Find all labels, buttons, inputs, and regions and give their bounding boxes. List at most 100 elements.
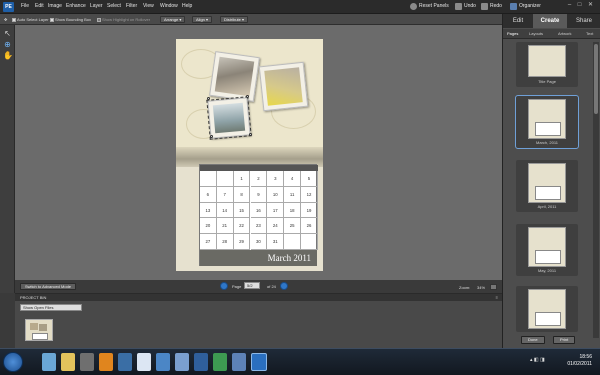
calendar-day-cell: 2 (250, 171, 268, 187)
firefox-icon[interactable] (99, 353, 113, 371)
done-button[interactable]: Done (521, 336, 545, 344)
zoom-tool-icon[interactable]: ⊕ (3, 40, 12, 49)
next-page-icon[interactable] (280, 282, 288, 290)
tab-edit[interactable]: Edit (503, 14, 533, 28)
app-icon[interactable] (156, 353, 170, 371)
resize-handle[interactable] (207, 97, 210, 100)
pages-scrollbar[interactable] (593, 42, 599, 338)
resize-handle[interactable] (249, 133, 252, 136)
calendar-day-cell: 28 (216, 234, 234, 250)
subtab-text[interactable]: Text (586, 31, 593, 36)
redo-icon[interactable] (481, 3, 488, 10)
minimize-icon[interactable]: – (566, 2, 573, 9)
photo-frame-2[interactable] (258, 61, 309, 112)
menu-view[interactable]: View (143, 3, 154, 9)
print-button[interactable]: Print (553, 336, 576, 344)
arrange-dropdown[interactable]: Arrange ▾ (160, 16, 186, 23)
menu-filter[interactable]: Filter (126, 3, 137, 9)
bounding-box-checkbox[interactable] (50, 17, 54, 22)
menu-help[interactable]: Help (182, 3, 192, 9)
explorer-icon[interactable] (61, 353, 75, 371)
calendar-day-cell: 9 (250, 186, 268, 203)
subtab-artwork[interactable]: Artwork (558, 31, 572, 36)
ie-icon[interactable] (42, 353, 56, 371)
align-dropdown[interactable]: Align ▾ (192, 16, 213, 23)
organizer-icon[interactable] (510, 3, 517, 10)
previous-page-icon[interactable] (220, 282, 228, 290)
calendar-day-cell: 20 (200, 218, 217, 235)
zoom-value[interactable]: 34% (477, 285, 485, 290)
page-thumbnail-march[interactable]: March, 2011 (515, 95, 579, 149)
app-icon[interactable] (213, 353, 227, 371)
subtab-layouts[interactable]: Layouts (529, 31, 543, 36)
menu-edit[interactable]: Edit (35, 3, 44, 9)
menu-window[interactable]: Window (160, 3, 178, 9)
app-icon[interactable] (232, 353, 246, 371)
project-bin-header[interactable]: PROJECT BIN (15, 294, 502, 301)
photo-frame-3-selected[interactable] (206, 96, 252, 140)
thumbnail-calendar (32, 333, 48, 340)
menu-select[interactable]: Select (107, 3, 121, 9)
menu-enhance[interactable]: Enhance (66, 3, 86, 9)
page-thumbnail-may[interactable]: May, 2011 (516, 224, 578, 276)
maximize-icon[interactable]: □ (576, 2, 583, 9)
show-highlight-option[interactable]: Show Highlight on Rollover (97, 17, 150, 22)
create-subtabs: Pages Layouts Artwork Text (503, 29, 600, 39)
reset-panels-icon[interactable] (410, 3, 417, 10)
calendar-page[interactable]: 1 2 3 4 5 6 7 8 9 10 11 12 13 14 15 16 17 18 19 20 21 22 23 24 2… (176, 39, 323, 271)
photo-frame-1[interactable] (209, 51, 260, 102)
undo-button[interactable]: Undo (464, 3, 476, 9)
move-tool-icon[interactable]: ↖ (3, 29, 12, 38)
photoshop-elements-icon[interactable] (251, 353, 267, 371)
hand-tool-icon[interactable]: ✋ (3, 51, 13, 60)
photo-image (212, 102, 246, 134)
organizer-button[interactable]: Organizer (519, 3, 541, 9)
show-bounding-box-option[interactable]: Show Bounding Box (50, 17, 91, 22)
project-bin-thumbnail[interactable] (25, 319, 53, 341)
calendar-day-cell: 3 (267, 171, 285, 187)
resize-handle[interactable] (210, 135, 213, 138)
undo-icon[interactable] (455, 3, 462, 10)
highlight-label: Show Highlight on Rollover (102, 17, 151, 22)
app-icon[interactable] (118, 353, 132, 371)
menu-bar: PE File Edit Image Enhance Layer Select … (0, 0, 600, 14)
app-icon[interactable] (175, 353, 189, 371)
page-thumbnail-june[interactable] (516, 286, 578, 332)
page-thumbnail-title[interactable]: Title Page (516, 42, 578, 87)
app-icon[interactable] (194, 353, 208, 371)
menu-layer[interactable]: Layer (90, 3, 103, 9)
thumbnail-photo (39, 324, 47, 331)
menu-file[interactable]: File (21, 3, 29, 9)
thumbnail-label: March, 2011 (536, 140, 558, 145)
calendar-day-cell: 4 (284, 171, 301, 187)
media-icon[interactable] (80, 353, 94, 371)
scrollbar-thumb[interactable] (594, 44, 598, 114)
auto-select-label: Auto Select Layer (17, 17, 49, 22)
tab-share[interactable]: Share (567, 14, 600, 28)
resize-handle[interactable] (246, 95, 249, 98)
highlight-checkbox[interactable] (97, 17, 101, 22)
tray-icons[interactable]: ▴ ◧ ◨ (530, 357, 560, 367)
page-number-field[interactable]: 5/2 (244, 282, 260, 289)
switch-advanced-mode-button[interactable]: Switch to Advanced Mode (20, 283, 77, 290)
project-bin-menu-icon[interactable]: ≡ (496, 295, 498, 300)
distribute-dropdown[interactable]: Distribute ▾ (220, 16, 249, 23)
auto-select-checkbox[interactable] (12, 17, 16, 22)
reset-panels-button[interactable]: Reset Panels (419, 3, 449, 9)
app-icon[interactable] (137, 353, 151, 371)
auto-select-layer-option[interactable]: Auto Select Layer (12, 17, 49, 22)
calendar-grid-frame[interactable]: 1 2 3 4 5 6 7 8 9 10 11 12 13 14 15 16 17 18 19 20 21 22 23 24 2… (199, 164, 318, 266)
clock[interactable]: 18:56 01/02/2011 (567, 354, 592, 368)
project-bin-select[interactable]: Show Open Files (20, 304, 82, 311)
redo-button[interactable]: Redo (490, 3, 502, 9)
tab-create[interactable]: Create (533, 14, 567, 28)
close-icon[interactable]: ✕ (587, 2, 594, 9)
zoom-slider-icon[interactable] (490, 284, 497, 290)
subtab-pages[interactable]: Pages (507, 31, 518, 36)
page-thumbnail-april[interactable]: April, 2011 (516, 160, 578, 212)
start-button[interactable] (3, 352, 23, 372)
calendar-day-cell: 23 (250, 218, 268, 235)
toolbox: ↖ ⊕ ✋ (0, 25, 15, 293)
calendar-day-cell: 1 (233, 171, 251, 187)
menu-image[interactable]: Image (48, 3, 62, 9)
